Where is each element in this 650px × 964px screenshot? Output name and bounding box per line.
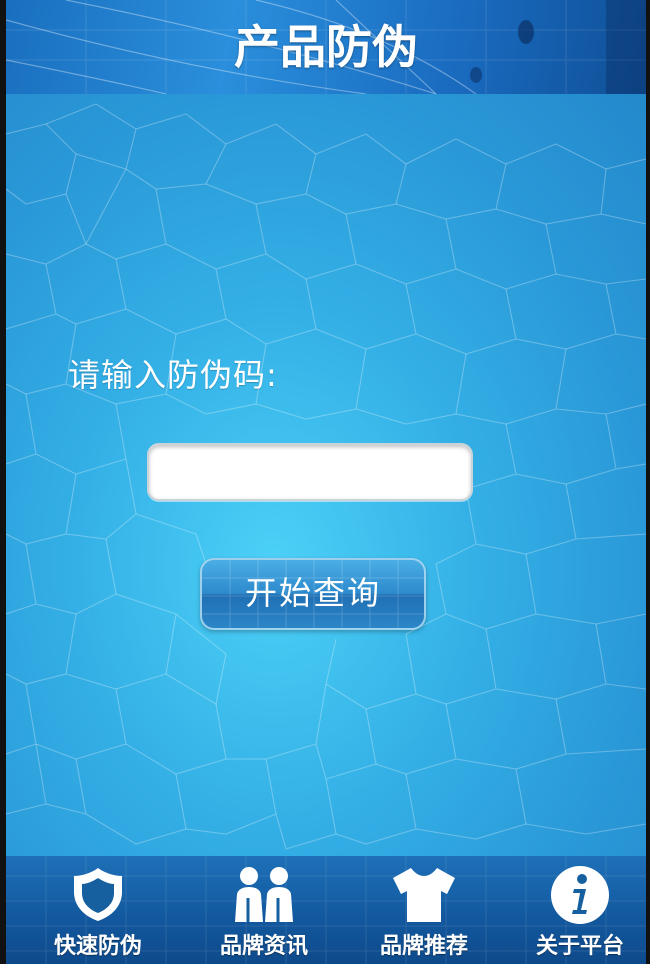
header-bar: 产品防伪 xyxy=(6,0,646,94)
app-frame: 产品防伪 请输入防伪码: 开始查询 快速防伪 品牌资讯 品牌推荐 关于平台 xyxy=(6,0,646,964)
tab-about-platform[interactable]: 关于平台 xyxy=(500,856,646,964)
tab-brand-recommend-label: 品牌推荐 xyxy=(379,934,468,959)
people-icon xyxy=(235,867,293,922)
page-title: 产品防伪 xyxy=(234,20,418,74)
start-query-button[interactable]: 开始查询 xyxy=(200,558,426,630)
shield-icon xyxy=(74,868,122,921)
start-query-label: 开始查询 xyxy=(244,574,381,612)
code-prompt-label: 请输入防伪码: xyxy=(68,356,278,394)
tab-brand-news[interactable]: 品牌资讯 xyxy=(184,856,344,964)
main-content: 请输入防伪码: 开始查询 xyxy=(6,94,646,856)
tab-quick-verify-label: 快速防伪 xyxy=(53,934,142,959)
shirt-icon xyxy=(393,868,455,922)
tab-quick-verify[interactable]: 快速防伪 xyxy=(18,856,178,964)
tab-brand-news-label: 品牌资讯 xyxy=(219,934,308,959)
info-icon xyxy=(551,866,609,924)
tab-about-platform-label: 关于平台 xyxy=(535,934,624,959)
tab-brand-recommend[interactable]: 品牌推荐 xyxy=(344,856,504,964)
anti-counterfeit-code-input[interactable] xyxy=(147,443,473,501)
bottom-tab-bar: 快速防伪 品牌资讯 品牌推荐 关于平台 xyxy=(6,856,646,964)
